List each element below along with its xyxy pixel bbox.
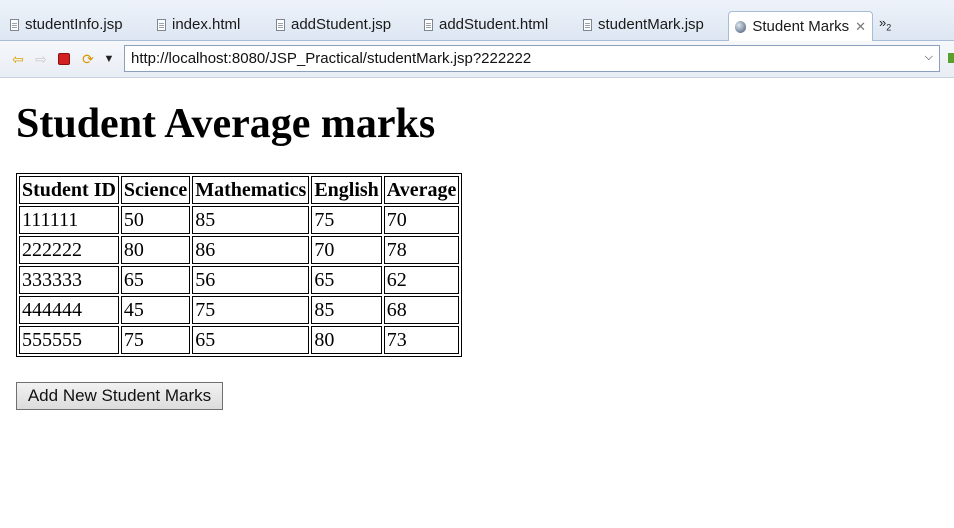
table-cell: 70 [311, 236, 382, 264]
tab-overflow-button[interactable]: »2 [879, 15, 891, 33]
table-cell: 444444 [19, 296, 119, 324]
document-icon [10, 18, 19, 31]
document-icon [424, 18, 433, 31]
table-cell: 222222 [19, 236, 119, 264]
table-cell: 68 [383, 296, 460, 324]
table-cell: 62 [383, 266, 460, 294]
tab-label: index.html [172, 16, 241, 33]
tab-label: studentInfo.jsp [25, 16, 123, 33]
go-icon[interactable] [948, 53, 954, 63]
tab-studentmark-jsp[interactable]: studentMark.jsp [583, 10, 704, 39]
back-arrow-icon[interactable]: ⇦ [10, 51, 26, 67]
table-cell: 111111 [19, 206, 119, 234]
chevron-down-icon[interactable]: ▼ [101, 51, 117, 67]
table-cell: 56 [192, 266, 310, 294]
table-cell: 85 [192, 206, 310, 234]
table-row: 222222 80 86 70 78 [19, 236, 460, 264]
table-row: 333333 65 56 65 62 [19, 266, 460, 294]
overflow-count: 2 [886, 22, 892, 33]
stop-icon[interactable] [56, 51, 72, 67]
table-cell: 80 [311, 326, 382, 354]
browser-toolbar: ⇦ ⇨ ⟳ ▼ http://localhost:8080/JSP_Practi… [0, 41, 954, 78]
url-field[interactable]: http://localhost:8080/JSP_Practical/stud… [124, 45, 940, 72]
document-icon [276, 18, 285, 31]
document-icon [157, 18, 166, 31]
column-header: Average [383, 176, 460, 204]
page-title: Student Average marks [16, 101, 436, 147]
table-cell: 86 [192, 236, 310, 264]
editor-tab-bar: studentInfo.jsp index.html addStudent.js… [0, 0, 954, 41]
table-cell: 65 [120, 266, 191, 294]
tab-label: addStudent.html [439, 16, 549, 33]
page-content: Student Average marks Student ID Science… [0, 78, 954, 528]
marks-table: Student ID Science Mathematics English A… [16, 173, 463, 357]
table-header-row: Student ID Science Mathematics English A… [19, 176, 460, 204]
table-cell: 50 [120, 206, 191, 234]
table-cell: 70 [383, 206, 460, 234]
column-header: Mathematics [192, 176, 310, 204]
forward-arrow-icon[interactable]: ⇨ [33, 51, 49, 67]
table-row: 555555 75 65 80 73 [19, 326, 460, 354]
table-cell: 65 [311, 266, 382, 294]
column-header: English [311, 176, 382, 204]
tab-studentinfo-jsp[interactable]: studentInfo.jsp [10, 10, 123, 39]
column-header: Student ID [19, 176, 119, 204]
table-cell: 75 [192, 296, 310, 324]
tab-addstudent-jsp[interactable]: addStudent.jsp [276, 10, 391, 39]
chevron-down-icon[interactable]: ⌵ [925, 51, 933, 64]
tab-label: addStudent.jsp [291, 16, 392, 33]
add-new-student-marks-button[interactable]: Add New Student Marks [16, 382, 223, 410]
close-icon[interactable]: ✕ [855, 19, 866, 35]
table-cell: 78 [383, 236, 460, 264]
globe-icon [735, 20, 747, 33]
table-row: 111111 50 85 75 70 [19, 206, 460, 234]
table-cell: 80 [120, 236, 191, 264]
table-row: 444444 45 75 85 68 [19, 296, 460, 324]
table-cell: 45 [120, 296, 191, 324]
column-header: Science [120, 176, 191, 204]
tab-label: studentMark.jsp [598, 16, 704, 33]
tab-student-marks[interactable]: Student Marks ✕ [728, 11, 873, 41]
table-cell: 73 [383, 326, 460, 354]
table-cell: 75 [311, 206, 382, 234]
url-text: http://localhost:8080/JSP_Practical/stud… [131, 50, 532, 67]
refresh-icon[interactable]: ⟳ [80, 51, 96, 67]
table-cell: 65 [192, 326, 310, 354]
table-cell: 75 [120, 326, 191, 354]
table-cell: 555555 [19, 326, 119, 354]
tab-addstudent-html[interactable]: addStudent.html [424, 10, 548, 39]
table-cell: 85 [311, 296, 382, 324]
tab-label: Student Marks [752, 18, 850, 35]
document-icon [583, 18, 592, 31]
table-cell: 333333 [19, 266, 119, 294]
tab-index-html[interactable]: index.html [157, 10, 240, 39]
